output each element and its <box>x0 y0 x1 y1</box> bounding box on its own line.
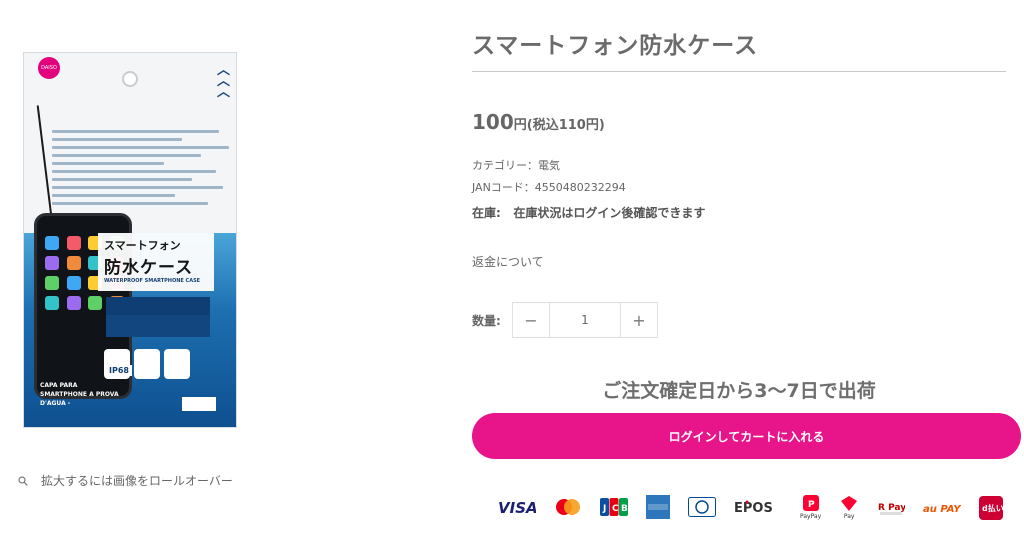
package-line2: 防水ケース <box>104 258 194 278</box>
refund-link[interactable]: 返金について <box>472 253 544 270</box>
strap-cord <box>36 105 54 225</box>
hang-hole <box>122 71 138 87</box>
qr-payment-logos: P PayPay Pay R Pay au PAY d払い <box>800 495 1004 520</box>
magnifier-icon <box>18 475 28 486</box>
category-text: カテゴリー：電気 <box>472 159 560 172</box>
svg-text:P: P <box>808 500 815 510</box>
quantity-decrease-button[interactable]: − <box>513 303 549 337</box>
package-line1: スマートフォン <box>104 239 181 252</box>
rakuten-pay-logo-icon: R Pay <box>877 499 905 517</box>
zoom-hint-text: 拡大するには画像をロールオーバー <box>41 474 233 488</box>
svg-text:au PAY: au PAY <box>923 504 961 515</box>
svg-text:J: J <box>602 504 606 514</box>
price-unit: 円(税込110円) <box>513 118 605 133</box>
package-spanish-text: CAPA PARA SMARTPHONE A PROVA D'AGUA - <box>40 382 119 407</box>
svg-text:VISA: VISA <box>498 499 536 515</box>
quantity-label: 数量: <box>472 314 501 328</box>
svg-text:B: B <box>621 504 628 514</box>
product-image-area: DAISO ︿ ︿ ︿ スマートフォン 防水ケース WATERPROOF SMART… <box>0 0 400 542</box>
paypay-logo-icon: P PayPay <box>800 495 821 520</box>
stock-text: 在庫状況はログイン後確認できます <box>513 206 706 220</box>
brand-logo: DAISO <box>38 57 60 79</box>
chevron-decoration-icon: ︿ ︿ ︿ <box>216 63 230 100</box>
title-divider <box>472 71 1006 72</box>
package-fine-print <box>52 125 236 210</box>
jan-code-text: JANコード：4550480232294 <box>472 181 626 194</box>
product-title: スマートフォン防水ケース <box>472 33 759 59</box>
epos-logo-icon: EPOS <box>734 500 772 515</box>
stock-label: 在庫: <box>472 206 501 220</box>
product-image[interactable]: DAISO ︿ ︿ ︿ スマートフォン 防水ケース WATERPROOF SMART… <box>23 52 237 428</box>
amex-logo-icon <box>646 495 670 519</box>
mastercard-logo-icon <box>556 499 580 515</box>
au-pay-logo-icon: au PAY <box>923 500 961 516</box>
package-line3: WATERPROOF SMARTPHONE CASE <box>104 278 201 284</box>
card-payment-logos: VISA JCB EPOS <box>498 495 772 519</box>
pay-label: Pay <box>843 513 855 520</box>
d-payment-logo-icon: d払い <box>979 495 1004 520</box>
svg-text:R Pay: R Pay <box>878 503 905 513</box>
price: 100円(税込110円) <box>472 110 605 134</box>
visa-logo-icon: VISA <box>498 499 536 515</box>
price-number: 100 <box>472 110 514 134</box>
svg-text:C: C <box>612 504 619 514</box>
shipping-note: ご注文確定日から3〜7日で出荷 <box>602 380 876 402</box>
svg-text:d払い: d払い <box>982 503 1003 513</box>
jcb-logo-icon: JCB <box>600 498 628 516</box>
add-to-cart-button[interactable]: ログインしてカートに入れる <box>472 413 1021 459</box>
size-band-2 <box>106 315 210 337</box>
diners-logo-icon <box>688 497 716 517</box>
svg-text:EPOS: EPOS <box>734 501 772 515</box>
quantity-input[interactable]: 1 <box>549 303 621 337</box>
product-info: スマートフォン防水ケース 100円(税込110円) カテゴリー：電気 JANコー… <box>472 0 1024 542</box>
package-label: スマートフォン 防水ケース WATERPROOF SMARTPHONE CASE <box>98 233 214 291</box>
quantity-stepper: − 1 + <box>512 302 658 338</box>
stock-status: 在庫: 在庫状況はログイン後確認できます <box>472 204 705 221</box>
package-barcode <box>182 397 216 411</box>
quantity-increase-button[interactable]: + <box>621 303 657 337</box>
paypay-label: PayPay <box>800 513 822 520</box>
zoom-hint: 拡大するには画像をロールオーバー <box>18 472 233 489</box>
merpay-logo-icon: Pay <box>839 495 859 520</box>
ip-rating: IP68 <box>106 365 132 376</box>
